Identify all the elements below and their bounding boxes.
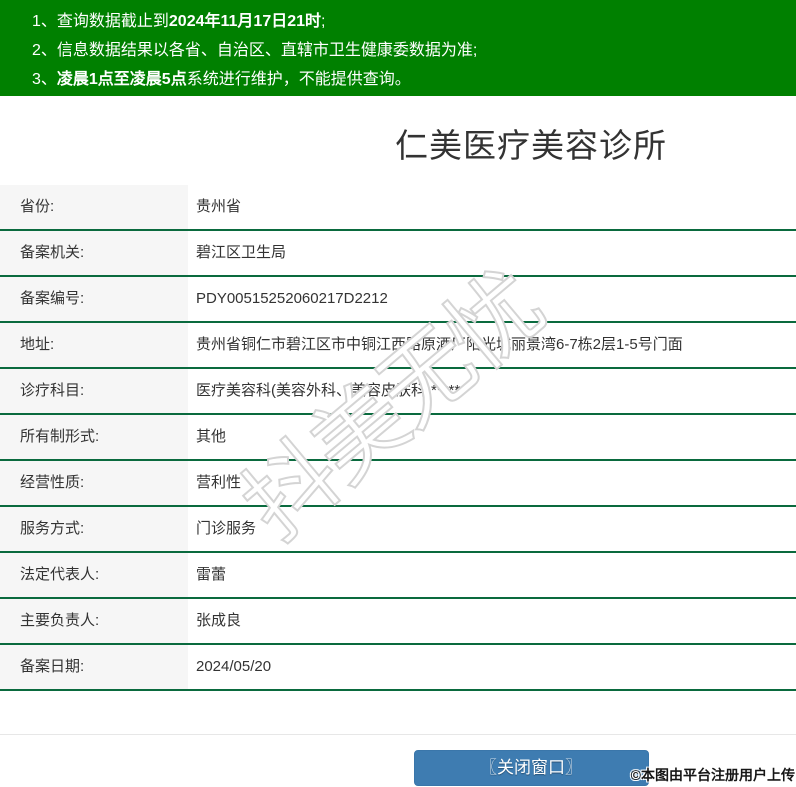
field-label: 诊疗科目: <box>0 369 188 413</box>
field-label: 服务方式: <box>0 507 188 551</box>
field-value: PDY00515252060217D2212 <box>196 290 388 307</box>
table-row-treatment-subjects: 诊疗科目: 医疗美容科(美容外科、美容皮肤科)****** <box>0 369 796 415</box>
field-value: 碧江区卫生局 <box>196 244 287 261</box>
table-row-business-nature: 经营性质: 营利性 <box>0 461 796 507</box>
clinic-title: 仁美医疗美容诊所 <box>395 127 667 164</box>
table-row-filing-number: 备案编号: PDY00515252060217D2212 <box>0 277 796 323</box>
notice-3-post: 系统进行维护，不能提供查询。 <box>186 71 411 88</box>
close-window-button[interactable]: 〖关闭窗口〗 <box>413 750 649 786</box>
footer-area: 〖关闭窗口〗 <box>0 734 796 786</box>
field-label: 所有制形式: <box>0 415 188 459</box>
field-label: 备案编号: <box>0 277 188 321</box>
table-row-filing-authority: 备案机关: 碧江区卫生局 <box>0 231 796 277</box>
field-label: 备案日期: <box>0 645 188 689</box>
table-row-filing-date: 备案日期: 2024/05/20 <box>0 645 796 691</box>
notice-line-1: 1、查询数据截止到2024年11月17日21时; <box>32 7 796 36</box>
field-value: 其他 <box>196 428 227 445</box>
field-label: 主要负责人: <box>0 599 188 643</box>
field-value: 雷蕾 <box>196 566 227 583</box>
field-label: 法定代表人: <box>0 553 188 597</box>
notice-1-bold: 2024年11月17日21时 <box>168 13 322 30</box>
field-value: 贵州省 <box>196 198 242 215</box>
table-row-main-person: 主要负责人: 张成良 <box>0 599 796 645</box>
notice-line-2: 2、信息数据结果以各省、自治区、直辖市卫生健康委数据为准; <box>32 36 796 65</box>
notice-2-pre: 2、信息数据结果以各省、自治区、直辖市卫生健康委数据为准; <box>32 42 478 59</box>
notice-line-3: 3、凌晨1点至凌晨5点系统进行维护，不能提供查询。 <box>32 65 796 94</box>
notice-bar: 1、查询数据截止到2024年11月17日21时; 2、信息数据结果以各省、自治区… <box>0 0 796 96</box>
field-label: 地址: <box>0 323 188 367</box>
notice-3-pre: 3、 <box>32 71 57 88</box>
field-label: 备案机关: <box>0 231 188 275</box>
table-row-address: 地址: 贵州省铜仁市碧江区市中铜江西路原酒厂阳光城丽景湾6-7栋2层1-5号门面 <box>0 323 796 369</box>
table-row-service-mode: 服务方式: 门诊服务 <box>0 507 796 553</box>
notice-3-bold: 凌晨1点至凌晨5点 <box>56 71 187 88</box>
table-row-ownership: 所有制形式: 其他 <box>0 415 796 461</box>
page-viewport: 1、查询数据截止到2024年11月17日21时; 2、信息数据结果以各省、自治区… <box>0 0 796 787</box>
table-row-province: 省份: 贵州省 <box>0 185 796 231</box>
field-value: 医疗美容科(美容外科、美容皮肤科)****** <box>196 382 467 399</box>
table-row-legal-representative: 法定代表人: 雷蕾 <box>0 553 796 599</box>
notice-1-pre: 1、查询数据截止到 <box>32 13 169 30</box>
field-value: 张成良 <box>196 612 242 629</box>
notice-1-post: ; <box>321 13 326 30</box>
record-table: 省份: 贵州省 备案机关: 碧江区卫生局 备案编号: PDY0051525206… <box>0 185 796 691</box>
page-container: 1、查询数据截止到2024年11月17日21时; 2、信息数据结果以各省、自治区… <box>0 0 796 786</box>
field-value: 门诊服务 <box>196 520 257 537</box>
field-label: 经营性质: <box>0 461 188 505</box>
field-value: 2024/05/20 <box>196 658 272 675</box>
field-value: 贵州省铜仁市碧江区市中铜江西路原酒厂阳光城丽景湾6-7栋2层1-5号门面 <box>196 336 683 353</box>
field-value: 营利性 <box>196 474 242 491</box>
field-label: 省份: <box>0 185 188 229</box>
